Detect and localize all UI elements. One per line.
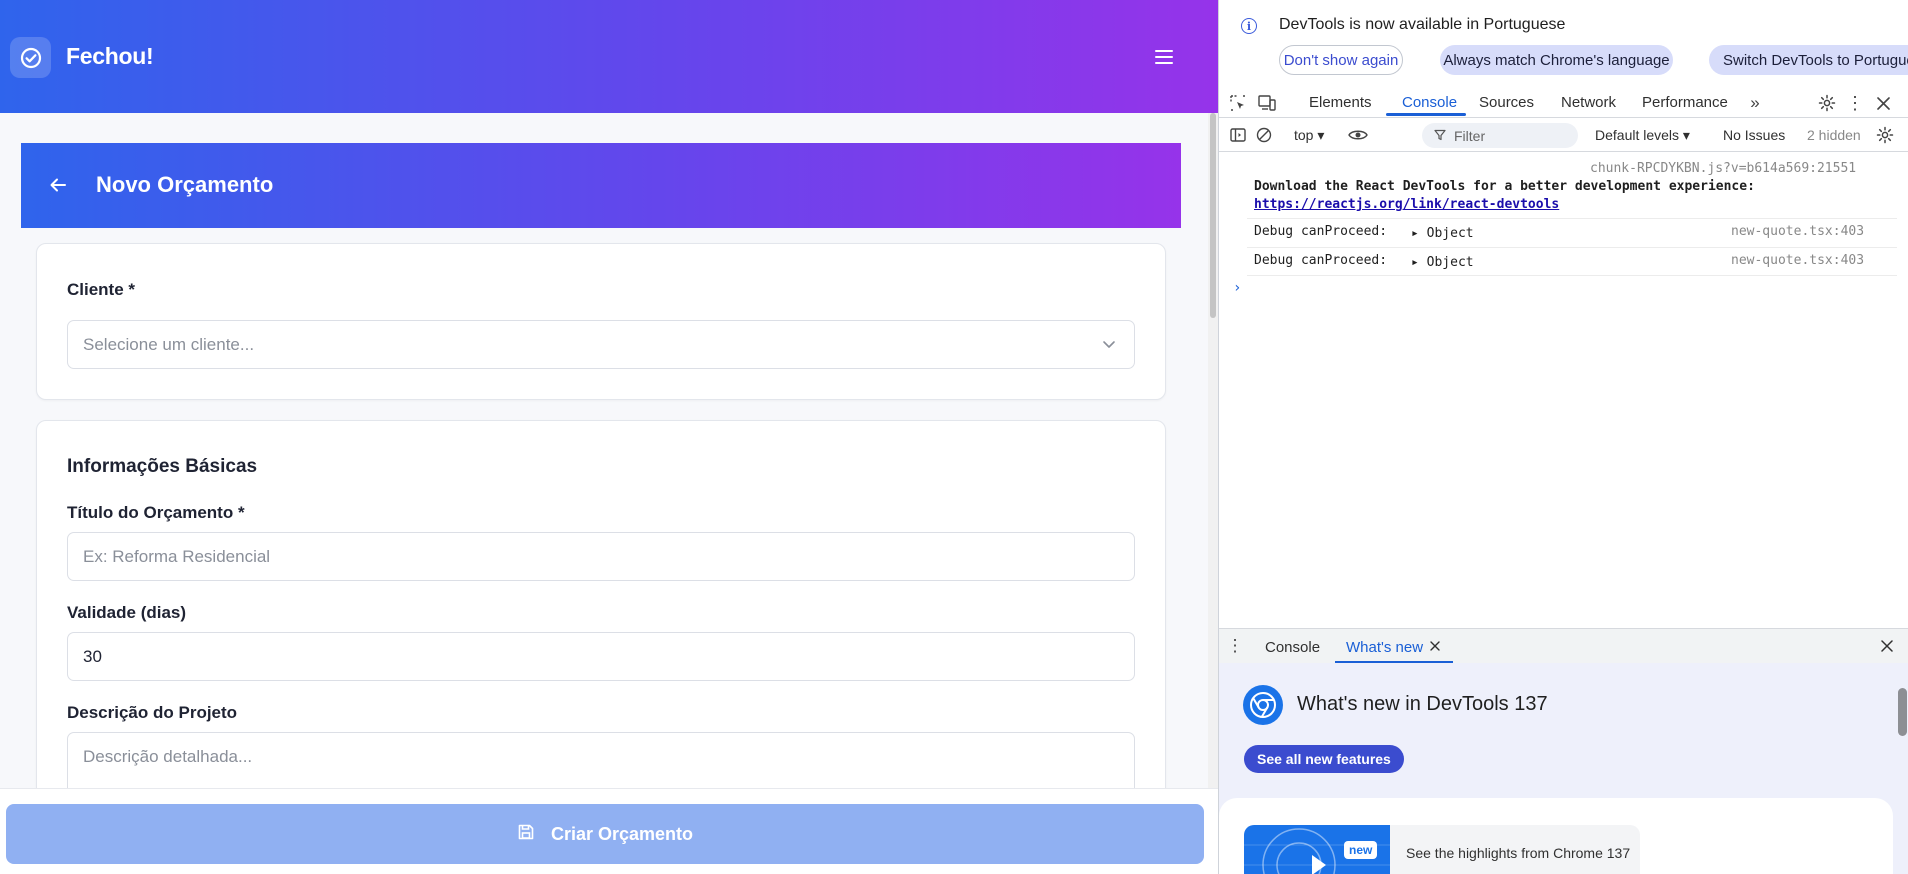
console-settings-gear-icon[interactable] [1875, 125, 1895, 145]
sidebar-toggle-icon[interactable] [1229, 126, 1247, 144]
highlights-card[interactable]: new See the highlights from Chrome 137 [1244, 825, 1640, 874]
whats-new-title: What's new in DevTools 137 [1297, 693, 1548, 715]
cliente-label: Cliente * [67, 280, 136, 299]
save-icon [517, 823, 535, 846]
context-selector[interactable]: top ▾ [1294, 127, 1324, 144]
source-link[interactable]: new-quote.tsx:403 [1731, 224, 1864, 239]
more-tabs-icon[interactable]: » [1745, 93, 1765, 113]
settings-gear-icon[interactable] [1817, 93, 1837, 113]
expandable-object[interactable]: ▸ Object [1411, 255, 1474, 270]
console-message: Download the React DevTools for a better… [1254, 179, 1755, 194]
console-prompt-icon[interactable]: › [1233, 280, 1241, 296]
criar-orcamento-label: Criar Orçamento [550, 823, 694, 844]
titulo-input[interactable]: Ex: Reforma Residencial [67, 532, 1135, 581]
clear-console-icon[interactable] [1255, 126, 1273, 144]
back-arrow-icon[interactable] [49, 176, 71, 196]
devtools-tabbar: Elements Console Sources Network Perform… [1219, 88, 1908, 118]
close-drawer-icon[interactable] [1879, 638, 1895, 654]
info-icon: i [1241, 18, 1257, 34]
info-section-title: Informações Básicas [67, 456, 258, 477]
device-toolbar-icon[interactable] [1257, 94, 1277, 112]
devtools-panel: i DevTools is now available in Portugues… [1218, 0, 1908, 874]
language-infobar: i DevTools is now available in Portugues… [1219, 0, 1908, 88]
see-all-features-button[interactable]: See all new features [1244, 745, 1404, 773]
more-options-icon[interactable]: ⋮ [1845, 93, 1865, 113]
validade-value: 30 [83, 646, 102, 666]
infobar-message: DevTools is now available in Portuguese [1279, 16, 1566, 33]
page-scrollbar-thumb[interactable] [1210, 113, 1216, 318]
filter-placeholder: Filter [1454, 127, 1486, 144]
page-title: Novo Orçamento [96, 172, 274, 197]
whats-new-scrollbar-thumb[interactable] [1898, 688, 1907, 736]
source-link[interactable]: chunk-RPCDYKBN.js?v=b614a569:21551 [1590, 161, 1856, 176]
active-tab-indicator [1386, 113, 1466, 116]
console-message: Debug canProceed: [1254, 253, 1388, 268]
console-message: Debug canProceed: [1254, 224, 1388, 239]
descricao-label: Descrição do Projeto [67, 703, 238, 722]
tab-network[interactable]: Network [1561, 94, 1616, 111]
console-output[interactable]: chunk-RPCDYKBN.js?v=b614a569:21551 Downl… [1219, 152, 1908, 628]
drawer-tab-console[interactable]: Console [1265, 639, 1320, 656]
log-levels-label: Default levels [1595, 127, 1680, 143]
react-devtools-link[interactable]: https://reactjs.org/link/react-devtools [1254, 197, 1559, 212]
console-filter-bar: top ▾ Filter Default levels ▾ No Issues … [1219, 119, 1908, 152]
tab-console[interactable]: Console [1402, 94, 1457, 111]
new-badge: new [1344, 841, 1378, 859]
object-label: Object [1426, 226, 1474, 241]
cliente-select-placeholder: Selecione um cliente... [83, 334, 255, 354]
close-tab-icon[interactable] [1427, 638, 1443, 654]
highlights-text: See the highlights from Chrome 137 [1406, 845, 1631, 861]
brand-name[interactable]: Fechou! [66, 43, 154, 70]
top-navbar: Fechou! [0, 0, 1218, 113]
issues-button[interactable]: No Issues [1723, 127, 1785, 143]
chevron-down-icon [1102, 336, 1116, 356]
log-levels-dropdown[interactable]: Default levels ▾ [1595, 127, 1690, 144]
tab-performance[interactable]: Performance [1642, 94, 1728, 111]
filter-input[interactable]: Filter [1422, 123, 1578, 148]
tab-sources[interactable]: Sources [1479, 94, 1534, 111]
drawer-tab-whats-new[interactable]: What's new [1346, 639, 1423, 656]
logo-check-icon[interactable] [10, 37, 51, 78]
criar-orcamento-button[interactable]: Criar Orçamento [6, 804, 1204, 864]
titulo-label: Título do Orçamento * [67, 503, 245, 522]
cliente-select[interactable]: Selecione um cliente... [67, 320, 1135, 369]
object-label: Object [1426, 255, 1474, 270]
log-separator [1247, 218, 1897, 219]
drawer-menu-icon[interactable]: ⋮ [1227, 636, 1244, 656]
devtools-logo-icon [1243, 685, 1283, 725]
always-match-language-button[interactable]: Always match Chrome's language [1440, 45, 1673, 75]
log-separator [1247, 247, 1897, 248]
tab-elements[interactable]: Elements [1309, 94, 1372, 111]
menu-icon[interactable] [1152, 45, 1176, 69]
close-devtools-icon[interactable] [1873, 93, 1893, 113]
expandable-object[interactable]: ▸ Object [1411, 226, 1474, 241]
log-separator [1247, 275, 1897, 276]
validade-label: Validade (dias) [67, 603, 187, 622]
dont-show-again-button[interactable]: Don't show again [1279, 45, 1403, 75]
source-link[interactable]: new-quote.tsx:403 [1731, 253, 1864, 268]
drawer-tabbar: ⋮ Console What's new [1219, 628, 1908, 664]
app-panel: Fechou! Novo Orçamento Cliente * Selecio… [0, 0, 1218, 874]
validade-input[interactable]: 30 [67, 632, 1135, 681]
inspect-element-icon[interactable] [1229, 94, 1247, 112]
filter-funnel-icon [1434, 128, 1446, 144]
whats-new-panel: What's new in DevTools 137 See all new f… [1219, 663, 1908, 874]
hidden-count: 2 hidden [1807, 127, 1861, 143]
titulo-placeholder: Ex: Reforma Residencial [83, 546, 271, 566]
descricao-placeholder: Descrição detalhada... [83, 747, 253, 766]
context-selector-label: top [1294, 127, 1314, 143]
switch-devtools-language-button[interactable]: Switch DevTools to Portuguese [1709, 45, 1908, 75]
live-expression-eye-icon[interactable] [1347, 125, 1369, 145]
